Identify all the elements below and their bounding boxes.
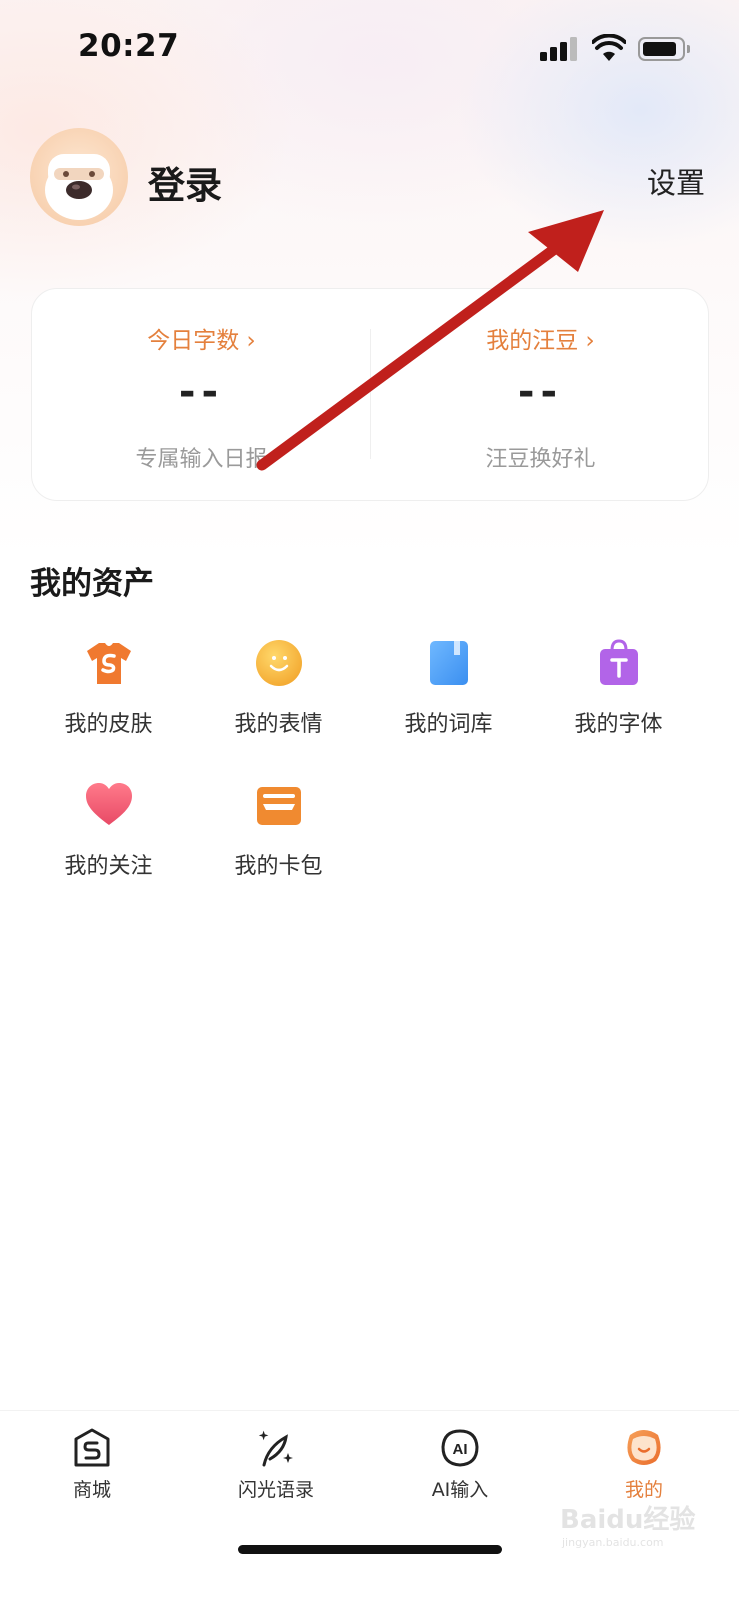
store-icon [74,1428,110,1467]
tab-label: 闪光语录 [237,1479,314,1501]
svg-text:AI: AI [453,1441,468,1458]
tshirt-icon [87,643,131,684]
asset-item-stickers[interactable]: 我的表情 [192,638,365,758]
heart-icon [86,783,132,825]
today-words-stat[interactable]: 今日字数 › -- 专属输入日报 [32,289,371,502]
tab-store[interactable]: 商城 [0,1423,184,1513]
watermark-subtext: jingyan.baidu.com [561,1536,664,1549]
asset-item-label: 我的关注 [64,854,153,879]
card-wallet-icon [257,787,301,825]
watermark-text: Baidu经验 [560,1504,695,1535]
home-indicator [238,1545,502,1554]
wang-beans-title[interactable]: 我的汪豆 › [371,321,710,355]
today-words-value: -- [178,369,225,415]
smiley-icon [256,640,302,686]
dog-avatar-icon [45,154,113,220]
today-words-title[interactable]: 今日字数 › [32,321,371,355]
cellular-signal-icon [540,37,578,61]
tab-label: 商城 [72,1479,111,1501]
wang-beans-value: -- [517,369,564,415]
tab-quotes[interactable]: 闪光语录 [184,1423,368,1513]
asset-item-label: 我的皮肤 [64,712,153,737]
status-bar: 20:27 [0,0,739,96]
wang-beans-stat[interactable]: 我的汪豆 › -- 汪豆换好礼 [371,289,710,502]
asset-item-label: 我的表情 [234,712,323,737]
avatar[interactable] [30,128,128,226]
book-icon [430,641,468,685]
asset-item-fonts[interactable]: 我的字体 [532,638,705,758]
asset-item-dictionary[interactable]: 我的词库 [362,638,535,758]
wifi-icon [592,34,626,61]
asset-item-label: 我的卡包 [234,854,323,879]
status-time: 20:27 [78,28,180,64]
baidu-watermark: Baidu经验 jingyan.baidu.com [560,1504,695,1549]
asset-item-following[interactable]: 我的关注 [22,780,195,900]
ai-icon: AI [441,1429,479,1467]
asset-item-label: 我的字体 [574,712,663,737]
asset-item-skins[interactable]: 我的皮肤 [22,638,195,758]
battery-icon [638,37,690,61]
asset-item-cards[interactable]: 我的卡包 [192,780,365,900]
font-bag-icon [600,639,638,685]
login-link[interactable]: 登录 [148,155,222,209]
tab-label: AI输入 [431,1479,489,1501]
tab-ai-input[interactable]: AI AI输入 [368,1423,552,1513]
assets-section-title: 我的资产 [30,566,154,602]
profile-face-icon [627,1430,661,1465]
tab-label: 我的 [624,1479,663,1501]
stats-card: 今日字数 › -- 专属输入日报 我的汪豆 › -- 汪豆换好礼 [31,288,709,501]
feather-sparkle-icon [258,1430,293,1467]
wang-beans-subtitle: 汪豆换好礼 [485,447,596,472]
settings-link[interactable]: 设置 [647,160,705,202]
today-words-subtitle: 专属输入日报 [135,447,268,472]
asset-item-label: 我的词库 [404,712,493,737]
